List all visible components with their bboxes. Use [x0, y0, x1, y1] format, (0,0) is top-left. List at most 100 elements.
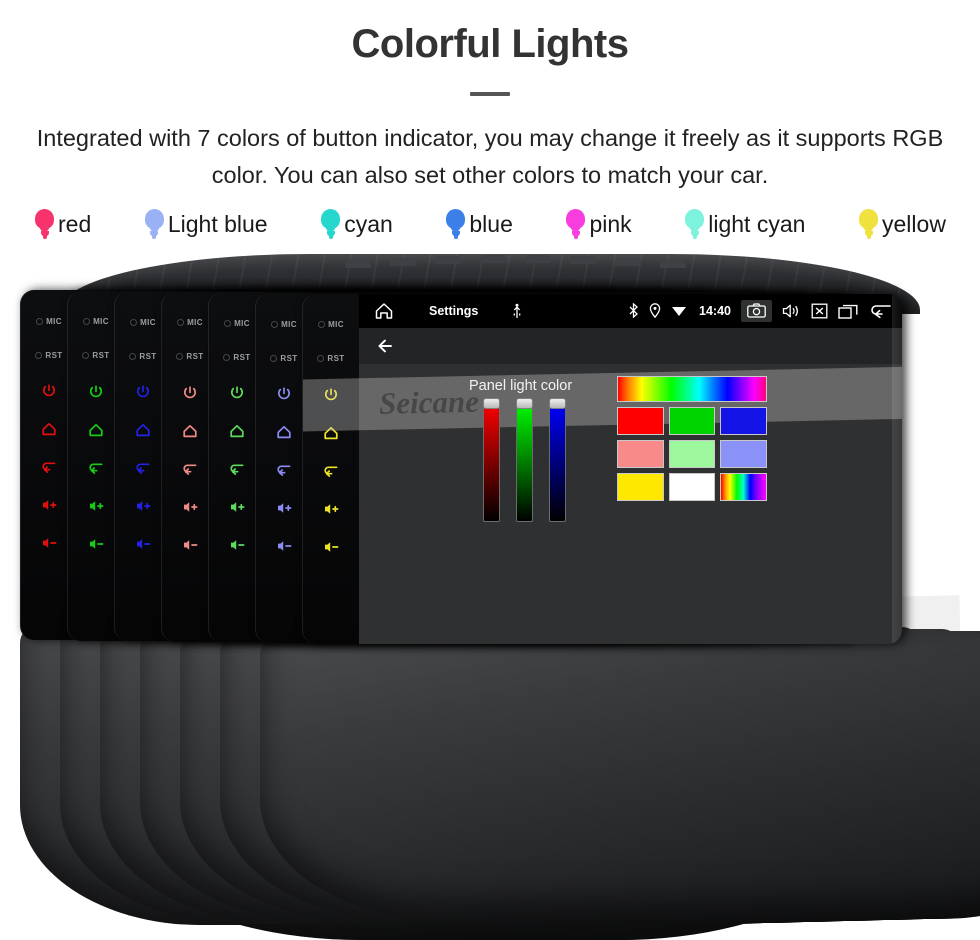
mic-hole-icon: [318, 321, 326, 329]
status-bar: Settings 14:40: [359, 293, 902, 328]
volume-down-icon[interactable]: [40, 524, 58, 562]
back-icon[interactable]: [134, 449, 152, 487]
volume-icon[interactable]: [782, 303, 801, 319]
reset-hole-icon: [35, 351, 43, 359]
home-icon[interactable]: [87, 411, 105, 449]
volume-down-icon[interactable]: [322, 528, 340, 566]
mic-label: MIC: [93, 317, 109, 327]
reset-indicator: RST: [129, 339, 156, 373]
volume-up-icon[interactable]: [181, 488, 199, 526]
reset-indicator: RST: [35, 338, 62, 372]
mic-hole-icon: [177, 319, 185, 327]
reset-hole-icon: [129, 352, 137, 360]
arrow-left-icon[interactable]: [375, 336, 397, 356]
mic-label: MIC: [46, 316, 62, 326]
device-illustration: MIC RST MIC RST MIC RST MIC RST MIC RST MIC RST MIC R…: [0, 250, 980, 940]
swatch-row: [617, 472, 767, 501]
action-bar: [359, 327, 902, 364]
home-icon[interactable]: [322, 414, 340, 452]
legend-label: yellow: [882, 210, 946, 237]
volume-up-icon[interactable]: [322, 490, 340, 528]
swatch-red[interactable]: [617, 406, 664, 435]
dialog-title: Panel light color: [469, 377, 573, 394]
mic-indicator: MIC: [36, 304, 62, 338]
settings-content: Seicane Panel light color: [303, 363, 902, 644]
volume-down-icon[interactable]: [181, 526, 199, 564]
reset-label: RST: [233, 352, 251, 362]
back-icon[interactable]: [181, 450, 199, 488]
power-icon[interactable]: [228, 374, 246, 412]
power-icon[interactable]: [322, 376, 340, 414]
power-icon[interactable]: [275, 375, 293, 413]
recents-icon[interactable]: [838, 303, 858, 319]
home-icon[interactable]: [181, 412, 199, 450]
volume-down-icon[interactable]: [87, 525, 105, 563]
red-slider[interactable]: [483, 397, 500, 522]
hood-nub: [615, 258, 641, 266]
swatch-periwinkle[interactable]: [720, 439, 767, 468]
mic-label: MIC: [187, 318, 203, 328]
statusbar-title: Settings: [429, 303, 479, 318]
volume-up-icon[interactable]: [134, 487, 152, 525]
mic-indicator: MIC: [177, 306, 203, 340]
blue-slider[interactable]: [549, 397, 566, 522]
statusbar-home-icon[interactable]: [373, 300, 395, 322]
green-slider[interactable]: [516, 397, 533, 522]
volume-down-icon[interactable]: [134, 525, 152, 563]
page-title: Colorful Lights: [351, 22, 629, 66]
swatch-yellow[interactable]: [617, 472, 664, 501]
power-icon[interactable]: [87, 373, 105, 411]
home-icon[interactable]: [134, 411, 152, 449]
statusbar-clock: 14:40: [699, 303, 731, 318]
volume-up-icon[interactable]: [275, 489, 293, 527]
slider-handle[interactable]: [483, 397, 500, 409]
bulb-icon: [320, 209, 341, 239]
back-icon[interactable]: [40, 448, 58, 486]
reset-indicator: RST: [176, 340, 203, 374]
power-icon[interactable]: [134, 373, 152, 411]
page-subtitle: Integrated with 7 colors of button indic…: [36, 125, 944, 189]
mic-hole-icon: [36, 317, 44, 325]
camera-icon[interactable]: [741, 299, 772, 322]
swatch-rainbow[interactable]: [720, 472, 767, 501]
volume-up-icon[interactable]: [228, 488, 246, 526]
legend-item-light-cyan: light cyan: [684, 209, 805, 239]
slider-handle[interactable]: [549, 397, 566, 409]
swatch-salmon[interactable]: [617, 439, 664, 468]
back-icon[interactable]: [228, 450, 246, 488]
rgb-sliders: [483, 397, 566, 522]
back-arrow-icon[interactable]: [868, 302, 892, 319]
swatch-green[interactable]: [668, 406, 715, 435]
reset-hole-icon: [317, 355, 325, 363]
slider-handle[interactable]: [516, 397, 533, 409]
volume-down-icon[interactable]: [275, 527, 293, 565]
swatch-light-green[interactable]: [668, 439, 715, 468]
volume-down-icon[interactable]: [228, 526, 246, 564]
back-icon[interactable]: [322, 452, 340, 490]
title-divider: [470, 92, 510, 96]
hood-nub: [570, 256, 596, 265]
location-icon: [649, 303, 661, 319]
volume-up-icon[interactable]: [40, 486, 58, 524]
home-icon[interactable]: [275, 413, 293, 451]
legend-item-red: red: [34, 209, 91, 239]
legend-label: light cyan: [708, 210, 806, 237]
mic-hole-icon: [224, 319, 232, 327]
mic-indicator: MIC: [318, 308, 344, 342]
volume-up-icon[interactable]: [87, 487, 105, 525]
color-spectrum-bar[interactable]: [617, 375, 767, 402]
legend-label: pink: [589, 210, 632, 237]
power-icon[interactable]: [40, 372, 58, 410]
mic-indicator: MIC: [83, 305, 109, 339]
close-box-icon[interactable]: [811, 303, 828, 319]
color-swatch-grid: [617, 375, 767, 506]
swatch-blue[interactable]: [720, 406, 767, 435]
usb-icon: [510, 303, 524, 319]
power-icon[interactable]: [181, 374, 199, 412]
back-icon[interactable]: [275, 451, 293, 489]
swatch-white[interactable]: [668, 472, 715, 501]
back-icon[interactable]: [87, 449, 105, 487]
android-screen: Settings 14:40 Seicane Panel light color: [303, 293, 902, 644]
home-icon[interactable]: [228, 412, 246, 450]
home-icon[interactable]: [40, 410, 58, 448]
